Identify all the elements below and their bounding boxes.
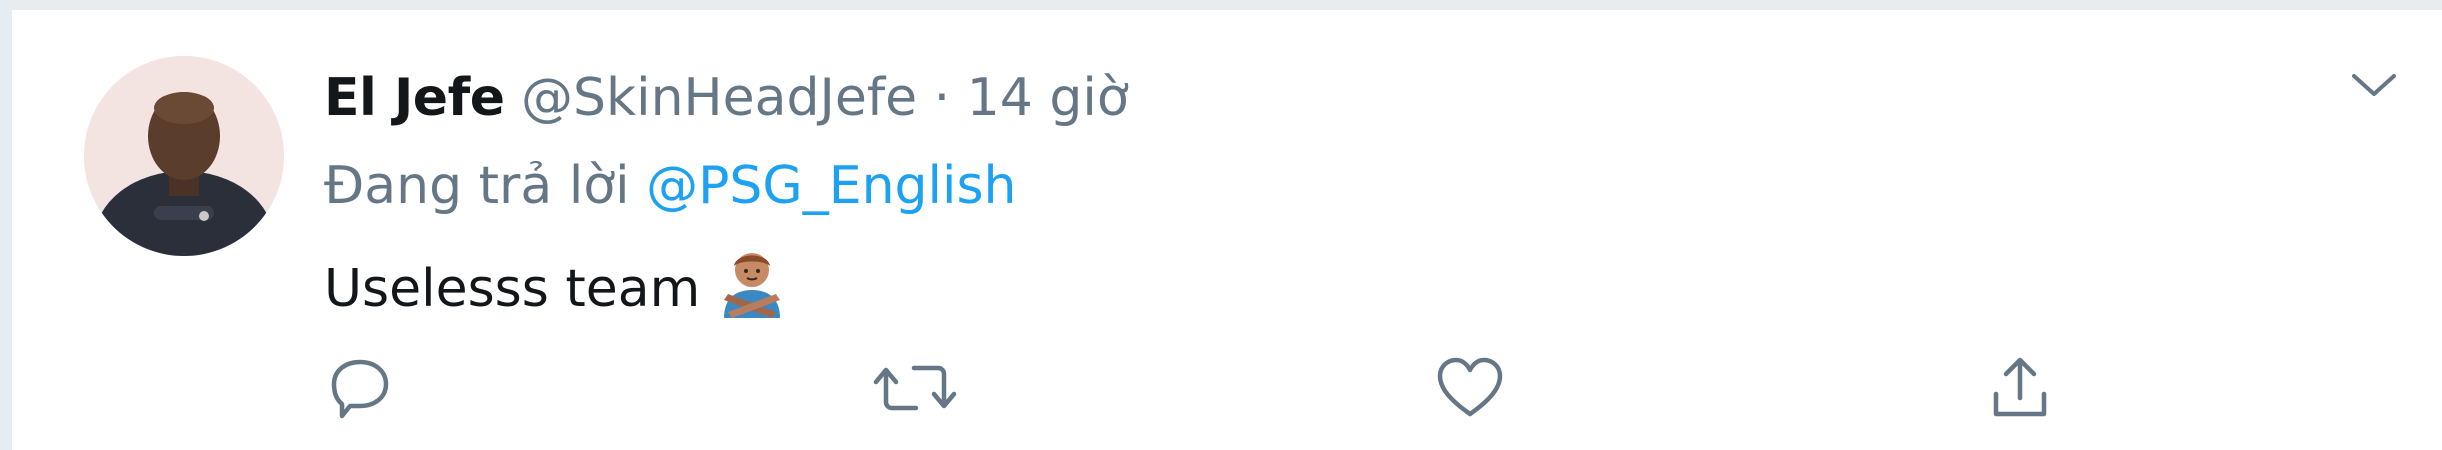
separator: · xyxy=(933,68,951,128)
tweet-header: El Jefe @SkinHeadJefe · 14 giờ xyxy=(324,72,1129,124)
user-handle[interactable]: @SkinHeadJefe xyxy=(521,68,917,128)
replying-label: Đang trả lời xyxy=(324,156,630,216)
tweet-text: Uselesss team xyxy=(324,246,790,322)
retweet-icon xyxy=(873,365,957,411)
mention-link[interactable]: @PSG_English xyxy=(646,156,1016,216)
person-gesturing-no-icon xyxy=(714,246,790,322)
left-divider xyxy=(0,0,12,450)
chevron-down-icon[interactable] xyxy=(2344,66,2404,106)
display-name[interactable]: El Jefe xyxy=(324,68,505,128)
heart-icon xyxy=(1437,357,1503,417)
top-divider xyxy=(0,0,2442,10)
share-icon xyxy=(1993,357,2047,417)
tweet-body: Uselesss team xyxy=(324,259,701,319)
tweet-card[interactable]: El Jefe @SkinHeadJefe · 14 giờ Đang trả … xyxy=(12,10,2442,450)
avatar-image xyxy=(84,56,284,256)
timestamp[interactable]: 14 giờ xyxy=(967,68,1129,128)
retweet-button[interactable] xyxy=(870,348,960,428)
avatar[interactable] xyxy=(84,56,284,256)
share-button[interactable] xyxy=(1980,348,2060,428)
comment-icon xyxy=(331,359,389,419)
reply-button[interactable] xyxy=(320,348,400,428)
like-button[interactable] xyxy=(1430,348,1510,428)
tweet-frame: El Jefe @SkinHeadJefe · 14 giờ Đang trả … xyxy=(0,0,2442,450)
replying-to-line: Đang trả lời @PSG_English xyxy=(324,160,1017,212)
